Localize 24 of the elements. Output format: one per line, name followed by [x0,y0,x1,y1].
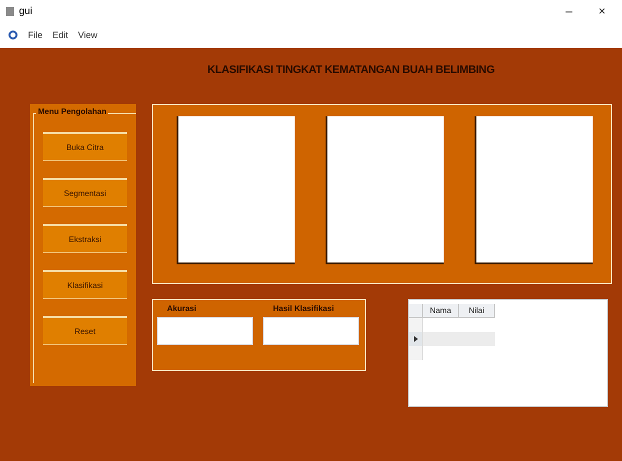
tool-icon[interactable] [8,30,18,40]
table-cell [423,332,459,346]
minimize-button[interactable]: – [555,4,583,18]
panel-title: Menu Pengolahan [36,107,108,116]
toolbar-item[interactable]: Edit [52,30,68,40]
close-button[interactable]: × [588,4,616,18]
output-field[interactable] [157,317,253,345]
field-label: Akurasi [166,304,198,313]
menu-button[interactable]: Reset [43,316,127,345]
menu-button[interactable]: Buka Citra [43,132,127,161]
menu-button[interactable]: Segmentasi [43,178,127,207]
menu-button[interactable]: Klasifikasi [43,270,127,299]
app-icon [6,6,14,16]
menu-button[interactable]: Ekstraksi [43,224,127,253]
toolbar-item[interactable]: View [78,30,98,40]
field-label: Hasil Klasifikasi [272,304,335,313]
page-heading: KLASIFIKASI TINGKAT KEMATANGAN BUAH BELIMBING [207,64,495,76]
column-header[interactable]: Nilai [459,304,495,318]
row-header[interactable] [409,332,423,346]
column-header[interactable]: Nama [423,304,459,318]
window-title: gui [19,6,32,16]
toolbar-item[interactable]: File [28,30,43,40]
row-pointer-icon [414,336,418,342]
output-field[interactable] [263,317,359,345]
